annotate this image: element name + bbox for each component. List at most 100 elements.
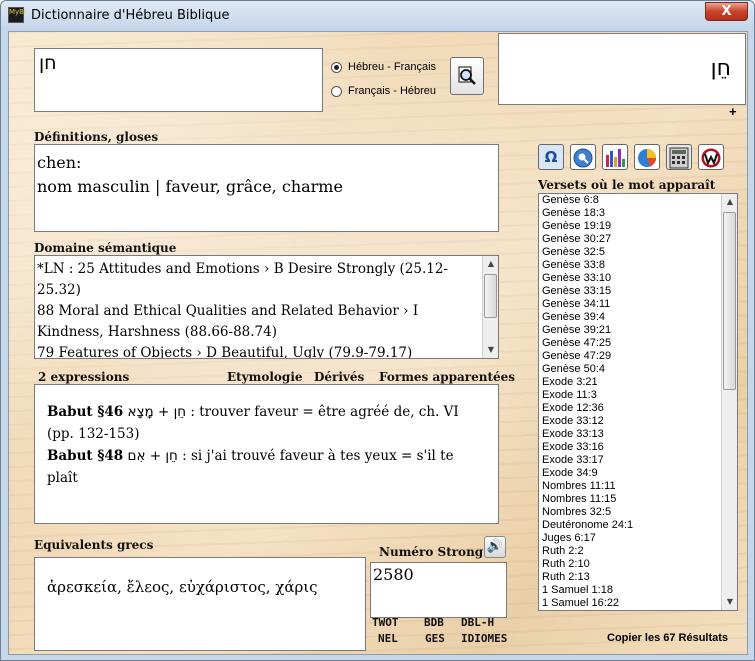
close-button[interactable]: X xyxy=(705,2,748,21)
verse-item[interactable]: Genèse 19:19 xyxy=(542,220,720,233)
copy-results-link[interactable]: Copier les 67 Résultats xyxy=(607,632,728,644)
link-bdb[interactable]: BDB xyxy=(424,616,444,629)
verse-item[interactable]: Genèse 34:11 xyxy=(542,298,720,311)
main-window: MyBi Dictionnaire d'Hébreu Biblique X חן… xyxy=(0,0,755,661)
search-input-value: חן xyxy=(39,52,57,74)
verse-item[interactable]: Nombres 11:11 xyxy=(542,480,720,493)
word-display-value: חֵן xyxy=(710,56,731,81)
greek-equivalents: ἀρεσκεία, ἔλεος, εὐχάριστος, χάρις xyxy=(47,578,318,596)
calc-glyph xyxy=(669,147,689,169)
radio-label: Français - Hébreu xyxy=(348,85,437,97)
verse-item[interactable]: Genèse 33:10 xyxy=(542,272,720,285)
scroll-up-icon[interactable]: ▲ xyxy=(483,256,498,272)
expression-hebrew: חֵן + מָצָא xyxy=(127,404,187,420)
verse-item[interactable]: Exode 3:21 xyxy=(542,376,720,389)
expressions-box[interactable]: Babut §46 חֵן + מָצָא : trouver faveur =… xyxy=(34,384,499,524)
tab-derives[interactable]: Dérivés xyxy=(314,370,364,384)
verse-item[interactable]: Exode 12:36 xyxy=(542,402,720,415)
radio-dot[interactable] xyxy=(331,85,342,97)
expression-item: Babut §46 חֵן + מָצָא : trouver faveur =… xyxy=(47,401,487,445)
bar-chart-icon[interactable] xyxy=(602,144,628,170)
tab-formes-apparentees[interactable]: Formes apparentées xyxy=(379,370,515,384)
expression-item: Babut §48 חֵן + אִם : si j'ai trouvé fav… xyxy=(47,445,487,489)
word-display: חֵן xyxy=(498,33,746,105)
pie-chart-icon[interactable] xyxy=(634,144,660,170)
expression-ref[interactable]: Babut §48 xyxy=(47,448,123,464)
find-button[interactable] xyxy=(450,57,484,95)
definitions-box[interactable]: chen: nom masculin | faveur, grâce, char… xyxy=(34,144,499,232)
verse-item[interactable]: Genèse 32:5 xyxy=(542,246,720,259)
verse-item[interactable]: 1 Samuel 16:22 xyxy=(542,597,720,610)
verse-item[interactable]: Exode 33:17 xyxy=(542,454,720,467)
verse-item[interactable]: Ruth 2:13 xyxy=(542,571,720,584)
link-nel[interactable]: NEL xyxy=(378,632,398,645)
definitions-label: Définitions, gloses xyxy=(34,130,159,144)
verse-item[interactable]: Genèse 39:4 xyxy=(542,311,720,324)
verse-item[interactable]: Genèse 33:8 xyxy=(542,259,720,272)
title-bar[interactable]: MyBi Dictionnaire d'Hébreu Biblique X xyxy=(1,1,754,31)
link-dbl-h[interactable]: DBL-H xyxy=(461,616,494,629)
expressions-count: 2 expressions xyxy=(38,370,130,384)
verse-item[interactable]: Genèse 18:3 xyxy=(542,207,720,220)
scroll-down-icon[interactable]: ▼ xyxy=(483,342,498,358)
add-button[interactable]: + xyxy=(729,104,737,119)
domain-scrollbar[interactable]: ▲ ▼ xyxy=(482,256,498,358)
verse-item[interactable]: Genèse 47:25 xyxy=(542,337,720,350)
verse-item[interactable]: Genèse 50:4 xyxy=(542,363,720,376)
domain-box[interactable]: *LN : 25 Attitudes and Emotions › B Desi… xyxy=(34,255,499,359)
definition-gloss: nom masculin | faveur, grâce, charme xyxy=(37,177,343,196)
link-idiomes[interactable]: IDIOMES xyxy=(461,632,507,645)
magnifier-icon xyxy=(458,66,476,85)
verse-item[interactable]: Exode 34:9 xyxy=(542,467,720,480)
verse-item[interactable]: 1 Samuel 1:18 xyxy=(542,584,720,597)
domain-line: 79 Features of Objects › D Beautiful, Ug… xyxy=(37,345,413,359)
verse-item[interactable]: Genèse 6:8 xyxy=(542,194,720,207)
greek-label: Equivalents grecs xyxy=(34,538,154,552)
verse-item[interactable]: Exode 33:16 xyxy=(542,441,720,454)
verse-item[interactable]: Ruth 2:2 xyxy=(542,545,720,558)
verses-scrollbar[interactable]: ▲ ▼ xyxy=(721,194,737,610)
strong-audio-button[interactable]: 🔊 xyxy=(484,536,506,558)
calculator-icon[interactable] xyxy=(666,144,692,170)
link-ges[interactable]: GES xyxy=(425,632,445,645)
link-twot[interactable]: TWOT xyxy=(372,616,399,629)
domain-line: *LN : 25 Attitudes and Emotions › B Desi… xyxy=(37,261,449,298)
search-input[interactable]: חן xyxy=(34,48,323,112)
radio-dot[interactable] xyxy=(331,61,342,73)
omega-icon[interactable]: Ω xyxy=(538,144,564,170)
omega-glyph: Ω xyxy=(544,148,558,166)
verse-item[interactable]: Deutéronome 24:1 xyxy=(542,519,720,532)
scroll-down-icon[interactable]: ▼ xyxy=(722,594,737,610)
verse-item[interactable]: Nombres 32:5 xyxy=(542,506,720,519)
verse-item[interactable]: Exode 11:3 xyxy=(542,389,720,402)
search-globe-icon[interactable] xyxy=(570,144,596,170)
verse-item[interactable]: Exode 33:13 xyxy=(542,428,720,441)
verse-item[interactable]: Exode 33:12 xyxy=(542,415,720,428)
client-area: חן Hébreu - Français Français - Hébreu ח… xyxy=(8,31,748,655)
strong-number-box[interactable]: 2580 xyxy=(370,562,507,618)
expression-ref[interactable]: Babut §46 xyxy=(47,404,123,420)
verse-item[interactable]: Genèse 33:15 xyxy=(542,285,720,298)
verses-label: Versets où le mot apparaît xyxy=(538,178,716,192)
bars-glyph xyxy=(606,149,625,167)
tab-etymologie[interactable]: Etymologie xyxy=(227,370,303,384)
domain-line: 88 Moral and Ethical Qualities and Relat… xyxy=(37,303,419,340)
scroll-thumb[interactable] xyxy=(484,274,497,318)
domain-lines: *LN : 25 Attitudes and Emotions › B Desi… xyxy=(37,259,479,359)
verse-item[interactable]: Genèse 30:27 xyxy=(542,233,720,246)
verse-items: Genèse 6:8 Genèse 18:3 Genèse 19:19 Genèse … xyxy=(542,194,720,610)
domain-label: Domaine sémantique xyxy=(34,241,177,255)
verses-list[interactable]: Genèse 6:8 Genèse 18:3 Genèse 19:19 Genèse … xyxy=(538,193,738,611)
verse-item[interactable]: Juges 6:17 xyxy=(542,532,720,545)
verse-item[interactable]: Ruth 2:10 xyxy=(542,558,720,571)
radio-french-hebrew[interactable]: Français - Hébreu xyxy=(331,85,436,97)
scroll-thumb[interactable] xyxy=(723,212,736,390)
verse-item[interactable]: Genèse 39:21 xyxy=(542,324,720,337)
w-logo-icon[interactable] xyxy=(698,144,724,170)
verse-item[interactable]: Nombres 11:15 xyxy=(542,493,720,506)
greek-box[interactable]: ἀρεσκεία, ἔλεος, εὐχάριστος, χάρις xyxy=(34,557,366,651)
verse-item[interactable]: Genèse 47:29 xyxy=(542,350,720,363)
scroll-up-icon[interactable]: ▲ xyxy=(722,194,737,210)
radio-hebrew-french[interactable]: Hébreu - Français xyxy=(331,61,436,73)
expression-hebrew: חֵן + אִם xyxy=(127,448,178,464)
